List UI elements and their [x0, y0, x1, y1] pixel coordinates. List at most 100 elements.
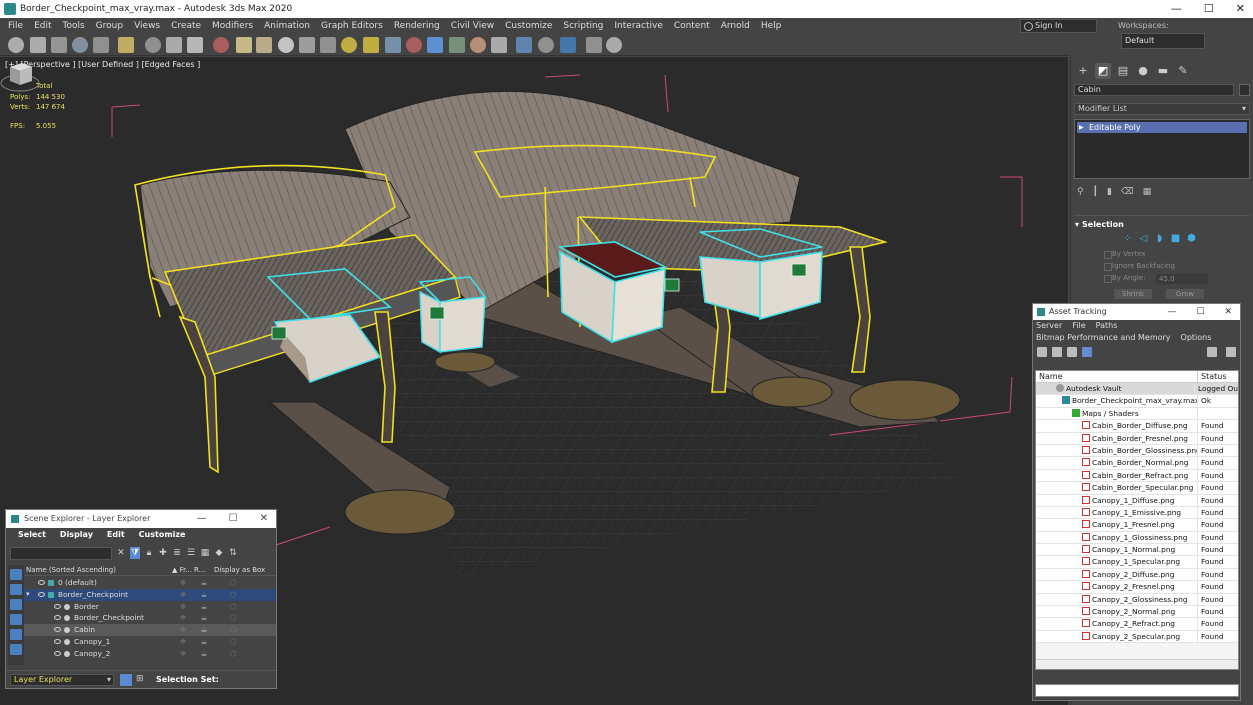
freeze-icon[interactable]: ❄: [172, 612, 194, 624]
visibility-eye-icon[interactable]: [54, 603, 61, 609]
new-layer-icon[interactable]: ✚: [158, 547, 168, 559]
display-box-icon[interactable]: ⬡: [214, 612, 236, 624]
asset-row[interactable]: Cabin_Border_Glossiness.png Found: [1036, 444, 1238, 458]
highlight-icon[interactable]: ◆: [214, 547, 224, 559]
menu-content[interactable]: Content: [670, 21, 717, 31]
motion-tab-icon[interactable]: ●: [1135, 63, 1151, 79]
by-angle-checkbox[interactable]: By Angle:: [1103, 274, 1145, 283]
light-icon[interactable]: [118, 37, 134, 53]
display-geometry-icon[interactable]: [10, 569, 22, 580]
menu-customize[interactable]: Customize: [501, 21, 559, 31]
window-icon[interactable]: [586, 37, 602, 53]
asset-row[interactable]: Canopy_2_Normal.png Found: [1036, 606, 1238, 619]
circle-icon[interactable]: [278, 37, 294, 53]
selection-rollout-header[interactable]: Selection: [1074, 215, 1250, 229]
freeze-icon[interactable]: ❄: [172, 648, 194, 660]
menu-create[interactable]: Create: [167, 21, 208, 31]
layers-icon[interactable]: [72, 37, 88, 53]
freeze-column-header[interactable]: ▲ Fr...: [172, 564, 194, 575]
material-icon[interactable]: [470, 37, 486, 53]
region-icon[interactable]: [51, 37, 67, 53]
display-as-box-column-header[interactable]: Display as Box: [214, 564, 265, 575]
menu-help[interactable]: Help: [757, 21, 789, 31]
vertex-mode-icon[interactable]: ⁘: [1122, 233, 1133, 244]
modifier-list-dropdown[interactable]: Modifier List: [1074, 103, 1250, 115]
freeze-icon[interactable]: ❄: [172, 577, 194, 589]
asset-row[interactable]: Canopy_1_Glossiness.png Found: [1036, 531, 1238, 545]
renderable-teapot-icon[interactable]: ☕: [194, 648, 214, 660]
display-box-icon[interactable]: ⬡: [214, 624, 236, 636]
menu-edit[interactable]: Edit: [30, 21, 58, 31]
stack-item-editable-poly[interactable]: Editable Poly: [1077, 122, 1247, 133]
asset-row[interactable]: Cabin_Border_Normal.png Found: [1036, 457, 1238, 470]
sun-icon[interactable]: [341, 37, 357, 53]
menu-tools[interactable]: Tools: [59, 21, 92, 31]
by-vertex-checkbox[interactable]: By Vertex: [1104, 250, 1146, 259]
visibility-eye-icon[interactable]: [54, 638, 61, 644]
remove-modifier-icon[interactable]: ⌫: [1121, 187, 1134, 197]
omni-icon[interactable]: [363, 37, 379, 53]
filter-icon[interactable]: ⧩: [130, 547, 140, 559]
asset-row[interactable]: Cabin_Border_Refract.png Found: [1036, 469, 1238, 483]
minimize-button[interactable]: —: [1171, 0, 1182, 18]
asset-row[interactable]: Cabin_Border_Diffuse.png Found: [1036, 420, 1238, 433]
asset-row[interactable]: Canopy_2_Diffuse.png Found: [1036, 568, 1238, 582]
asset-row[interactable]: Canopy_1_Specular.png Found: [1036, 556, 1238, 569]
pin-icon[interactable]: ⊞: [136, 674, 146, 686]
refresh-icon[interactable]: [1226, 347, 1236, 357]
scene-tree-row[interactable]: 0 (default) ❄ ☕ ⬡: [24, 577, 276, 589]
asset-row[interactable]: Canopy_2_Fresnel.png Found: [1036, 581, 1238, 594]
list-view-icon[interactable]: [1067, 347, 1077, 357]
scene-menu-edit[interactable]: Edit: [107, 528, 125, 542]
menu-group[interactable]: Group: [92, 21, 130, 31]
display-helpers-icon[interactable]: [10, 629, 22, 640]
name-column-header[interactable]: Name (Sorted Ascending): [24, 564, 172, 575]
display-box-icon[interactable]: ⬡: [214, 577, 236, 589]
scene-tree-row[interactable]: Border ❄ ☕ ⬡: [24, 601, 276, 613]
menu-scripting[interactable]: Scripting: [559, 21, 610, 31]
display-box-icon[interactable]: ⬡: [214, 589, 236, 601]
help-icon[interactable]: [1207, 347, 1217, 357]
scene-tree-row[interactable]: Cabin ❄ ☕ ⬡: [24, 624, 276, 636]
scene-menu-select[interactable]: Select: [18, 528, 46, 542]
asset-row[interactable]: Cabin_Border_Fresnel.png Found: [1036, 432, 1238, 445]
scene-minimize-button[interactable]: —: [197, 510, 207, 528]
tree-icon[interactable]: [449, 37, 465, 53]
menu-interactive[interactable]: Interactive: [610, 21, 669, 31]
utilities-tab-icon[interactable]: ✎: [1175, 63, 1191, 79]
edge-mode-icon[interactable]: ◁: [1138, 233, 1149, 244]
element-mode-icon[interactable]: ⬢: [1186, 233, 1197, 244]
asset-menu-file[interactable]: File: [1072, 320, 1085, 332]
menu-rendering[interactable]: Rendering: [390, 21, 447, 31]
lock-icon[interactable]: 🔒︎: [144, 547, 154, 559]
scene-search-input[interactable]: [10, 547, 112, 560]
asset-row[interactable]: Cabin_Border_Specular.png Found: [1036, 482, 1238, 495]
viewcube-icon[interactable]: [0, 57, 40, 93]
scene-maximize-button[interactable]: ☐: [229, 510, 238, 528]
maximize-button[interactable]: ☐: [1204, 0, 1214, 18]
asset-row[interactable]: Autodesk Vault Logged Ou: [1036, 383, 1238, 396]
renderable-teapot-icon[interactable]: ☕: [194, 577, 214, 589]
polygon-mode-icon[interactable]: ■: [1170, 233, 1181, 244]
asset-close-button[interactable]: ✕: [1224, 304, 1232, 320]
menu-arnold[interactable]: Arnold: [717, 21, 757, 31]
lasso-icon[interactable]: [30, 37, 46, 53]
display-box-icon[interactable]: ⬡: [214, 601, 236, 613]
scene-menu-customize[interactable]: Customize: [139, 528, 186, 542]
workspaces-selector[interactable]: Workspaces: Default: [1118, 19, 1253, 49]
hierarchy-icon[interactable]: ▦: [200, 547, 210, 559]
vault-icon[interactable]: [1037, 347, 1047, 357]
scene-explorer-titlebar[interactable]: Scene Explorer - Layer Explorer — ☐ ✕: [6, 510, 276, 528]
scene-menu-display[interactable]: Display: [60, 528, 93, 542]
column-name-header[interactable]: Name: [1036, 371, 1198, 382]
edit-icon[interactable]: [491, 37, 507, 53]
menu-views[interactable]: Views: [130, 21, 167, 31]
object-color-swatch[interactable]: [1239, 84, 1250, 96]
display-shapes-icon[interactable]: [10, 584, 22, 595]
menu-animation[interactable]: Animation: [260, 21, 317, 31]
clear-search-icon[interactable]: ✕: [116, 547, 126, 559]
visibility-eye-icon[interactable]: [38, 580, 45, 585]
scene-tree-row[interactable]: Canopy_1 ❄ ☕ ⬡: [24, 636, 276, 648]
asset-row[interactable]: Canopy_2_Glossiness.png Found: [1036, 593, 1238, 607]
bind-icon[interactable]: [187, 37, 203, 53]
